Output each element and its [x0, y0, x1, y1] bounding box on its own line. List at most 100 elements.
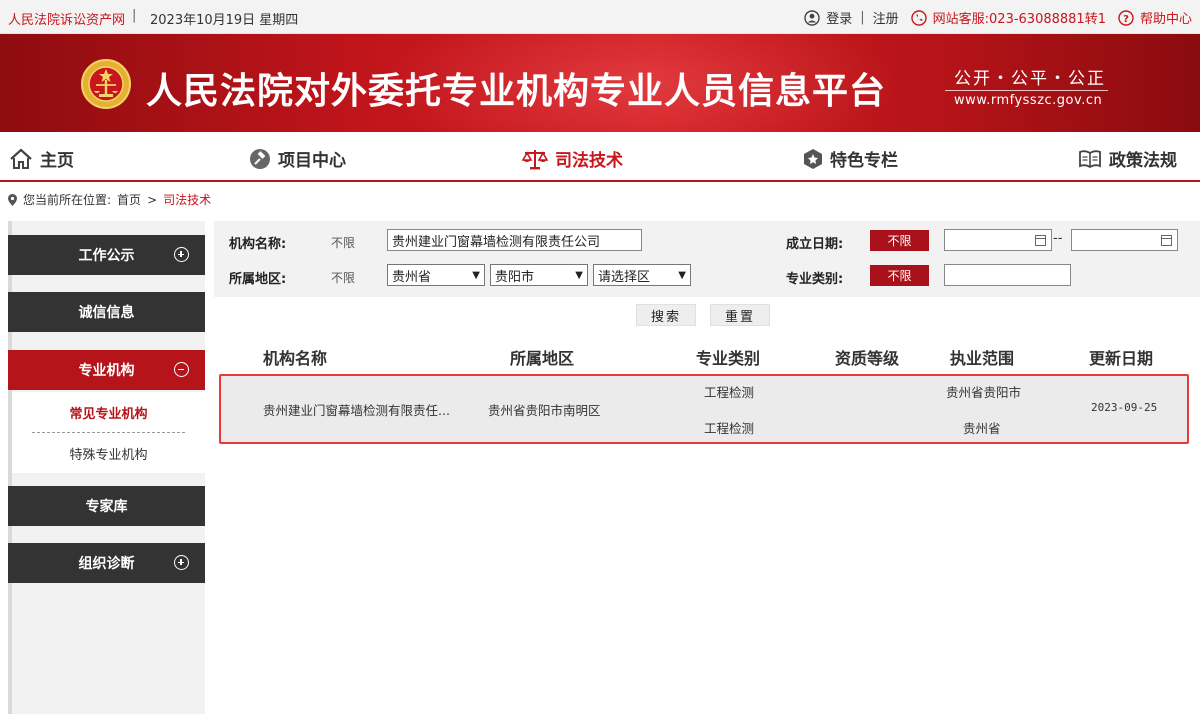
city-value: 贵阳市	[495, 269, 535, 285]
svg-text:?: ?	[1123, 13, 1129, 24]
badge-icon	[804, 148, 822, 169]
filter-panel: 机构名称: 不限 成立日期: 不限 -- 所属地区: 不限 贵州省 ▼ 贵阳市 …	[214, 221, 1200, 297]
current-date: 2023年10月19日 星期四	[150, 13, 299, 28]
row-region: 贵州省贵阳市南明区	[488, 403, 601, 418]
breadcrumb-current[interactable]: 司法技术	[163, 191, 211, 208]
row-scope-2: 贵州省	[963, 421, 1001, 436]
help-center-link[interactable]: 帮助中心	[1140, 8, 1192, 27]
sidebar-item-professional-org[interactable]: 专业机构	[8, 350, 205, 390]
sidebar-item-org-diagnosis[interactable]: 组织诊断	[8, 543, 205, 583]
register-link[interactable]: 注册	[873, 8, 899, 27]
header-banner: 人民法院对外委托专业机构专业人员信息平台 公开・公平・公正 www.rmfyss…	[0, 34, 1200, 132]
date-end-input[interactable]	[1071, 229, 1178, 251]
row-category-2: 工程检测	[704, 421, 755, 436]
main-content: 机构名称: 不限 成立日期: 不限 -- 所属地区: 不限 贵州省 ▼ 贵阳市 …	[214, 221, 1200, 714]
nav-label: 政策法规	[1109, 151, 1177, 171]
chevron-down-icon: ▼	[575, 269, 583, 281]
table-row[interactable]: 贵州建业门窗幕墙检测有限责任... 贵州省贵阳市南明区 工程检测 工程检测 贵州…	[219, 374, 1189, 444]
sidebar-item-work-notice[interactable]: 工作公示	[8, 235, 205, 275]
found-date-label: 成立日期:	[786, 237, 844, 252]
search-button[interactable]: 搜索	[636, 304, 696, 326]
divider: |	[860, 10, 865, 25]
sidebar-submenu: 常见专业机构 特殊专业机构	[12, 392, 205, 473]
found-date-any-button[interactable]: 不限	[870, 230, 929, 251]
breadcrumb-home[interactable]: 首页	[117, 191, 141, 208]
expand-plus-icon[interactable]	[174, 247, 189, 262]
gavel-icon	[250, 148, 270, 169]
banner-divider	[945, 90, 1108, 91]
nav-judicial-tech[interactable]: 司法技术	[522, 146, 623, 171]
nav-featured[interactable]: 特色专栏	[803, 146, 898, 171]
region-label: 所属地区:	[229, 272, 287, 287]
results-panel: 搜索 重置 机构名称 所属地区 专业类别 资质等级 执业范围 更新日期	[214, 297, 1200, 714]
column-header-region: 所属地区	[510, 349, 575, 368]
nav-label: 主页	[40, 151, 74, 171]
sidebar-subitem-special-org[interactable]: 特殊专业机构	[12, 433, 205, 473]
column-header-level: 资质等级	[835, 349, 900, 368]
banner-url: www.rmfysszc.gov.cn	[954, 93, 1103, 108]
category-input[interactable]	[944, 264, 1071, 286]
category-label: 专业类别:	[786, 272, 844, 287]
row-updated-date: 2023-09-25	[1091, 401, 1158, 414]
sidebar-item-label: 专家库	[85, 499, 128, 515]
sidebar-item-expert-pool[interactable]: 专家库	[8, 486, 205, 526]
region-any[interactable]: 不限	[331, 269, 355, 286]
row-category-1: 工程检测	[704, 385, 755, 400]
separator: |	[132, 8, 137, 23]
sidebar-subitem-common-org[interactable]: 常见专业机构	[12, 392, 205, 432]
banner-title: 人民法院对外委托专业机构专业人员信息平台	[146, 71, 887, 112]
chevron-down-icon: ▼	[678, 269, 686, 281]
org-name-any[interactable]: 不限	[331, 234, 355, 251]
expand-plus-icon[interactable]	[174, 555, 189, 570]
nav-policy[interactable]: 政策法规	[1078, 146, 1177, 171]
nav-home[interactable]: 主页	[9, 146, 74, 171]
phone-icon	[910, 9, 927, 26]
category-any-button[interactable]: 不限	[870, 265, 929, 286]
column-header-scope: 执业范围	[950, 349, 1015, 368]
district-select[interactable]: 请选择区 ▼	[593, 264, 691, 286]
column-header-category: 专业类别	[696, 349, 761, 368]
calendar-icon[interactable]	[1161, 235, 1172, 246]
user-icon	[804, 9, 820, 26]
collapse-minus-icon[interactable]	[174, 362, 189, 377]
hotline-text: 网站客服:023-63088881转1	[932, 12, 1106, 27]
home-icon	[10, 148, 32, 169]
sidebar-item-credit-info[interactable]: 诚信信息	[8, 292, 205, 332]
nav-label: 司法技术	[555, 151, 623, 171]
province-select[interactable]: 贵州省 ▼	[387, 264, 485, 286]
scales-icon	[522, 149, 548, 169]
sidebar-item-label: 工作公示	[78, 248, 135, 264]
chevron-down-icon: ▼	[472, 269, 480, 281]
nav-project-center[interactable]: 项目中心	[249, 146, 346, 171]
date-range-separator: --	[1053, 231, 1063, 246]
province-value: 贵州省	[392, 269, 432, 285]
sidebar-item-label: 组织诊断	[78, 556, 135, 572]
help-icon: ?	[1118, 9, 1134, 26]
sidebar-item-label: 专业机构	[78, 363, 135, 379]
calendar-icon[interactable]	[1035, 235, 1046, 246]
district-placeholder: 请选择区	[598, 269, 651, 285]
banner-slogan: 公开・公平・公正	[954, 69, 1106, 89]
site-name-link[interactable]: 人民法院诉讼资产网	[8, 9, 125, 28]
column-header-updated: 更新日期	[1089, 349, 1154, 368]
row-org-name[interactable]: 贵州建业门窗幕墙检测有限责任...	[263, 400, 450, 419]
top-bar: 人民法院诉讼资产网 | 2023年10月19日 星期四 登录 | 注册 网站客服…	[0, 0, 1200, 34]
location-pin-icon	[8, 193, 17, 206]
sidebar: 工作公示 诚信信息 专业机构 常见专业机构 特殊专业机构 专家库 组织诊断	[8, 221, 205, 714]
city-select[interactable]: 贵阳市 ▼	[490, 264, 588, 286]
row-scope-1: 贵州省贵阳市	[946, 385, 1022, 400]
org-name-input[interactable]	[387, 229, 642, 251]
nav-label: 项目中心	[278, 151, 346, 171]
top-bar-right: 登录 | 注册 网站客服:023-63088881转1 ? 帮助中心	[804, 8, 1192, 27]
org-name-label: 机构名称:	[229, 237, 287, 252]
breadcrumb: 您当前所在位置: 首页 > 司法技术	[8, 191, 211, 208]
nav-label: 特色专栏	[830, 151, 898, 171]
book-icon	[1079, 149, 1101, 168]
sidebar-item-label: 诚信信息	[78, 305, 135, 321]
main-nav: 主页 项目中心 司法技术 特色专栏 政策法规	[0, 132, 1200, 182]
column-header-name: 机构名称	[263, 349, 328, 368]
reset-button[interactable]: 重置	[710, 304, 770, 326]
date-start-input[interactable]	[944, 229, 1052, 251]
court-emblem-icon	[81, 59, 131, 109]
login-link[interactable]: 登录	[826, 8, 852, 27]
